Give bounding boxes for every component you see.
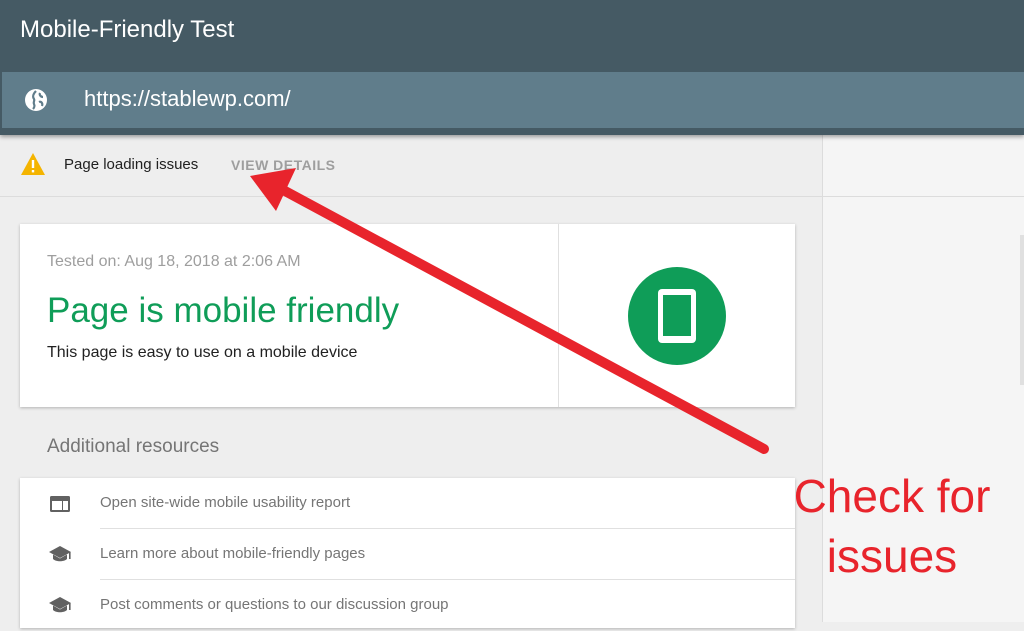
url-bar[interactable]: https://stablewp.com/ [2,72,1024,128]
annotation-line-2: issues [826,530,958,582]
resources-list: Open site-wide mobile usability report L… [20,478,795,628]
issue-text: Page loading issues [64,156,199,173]
results-pane: Page loading issues VIEW DETAILS Tested … [0,135,823,628]
list-item[interactable]: Post comments or questions to our discus… [20,580,795,631]
graduation-cap-icon [49,597,71,613]
tested-on-timestamp: Tested on: Aug 18, 2018 at 2:06 AM [47,253,301,270]
app-header: Mobile-Friendly Test https://stablewp.co… [0,0,1024,135]
url-input[interactable]: https://stablewp.com/ [84,86,291,112]
scrollbar[interactable] [1020,235,1024,385]
graduation-cap-icon [49,546,71,562]
verdict-heading: Page is mobile friendly [47,291,400,330]
additional-resources-heading: Additional resources [47,436,220,457]
annotation-text: Check for issues [760,466,1024,586]
list-item[interactable]: Learn more about mobile-friendly pages [20,529,795,580]
list-item[interactable]: Open site-wide mobile usability report [20,478,795,529]
view-details-button[interactable]: VIEW DETAILS [231,157,336,173]
page-loading-issues-bar: Page loading issues VIEW DETAILS [0,135,822,197]
divider [823,196,1024,197]
resource-label[interactable]: Post comments or questions to our discus… [100,596,449,613]
resource-label[interactable]: Open site-wide mobile usability report [100,494,350,511]
warning-icon [21,153,45,175]
verdict-description: This page is easy to use on a mobile dev… [47,344,358,361]
annotation-line-1: Check for [793,470,991,522]
globe-icon [25,89,47,111]
web-report-icon [50,496,70,512]
card-divider [558,224,559,407]
resource-label[interactable]: Learn more about mobile-friendly pages [100,545,365,562]
app-title: Mobile-Friendly Test [20,16,235,43]
mobile-phone-icon [628,267,726,365]
result-card: Tested on: Aug 18, 2018 at 2:06 AM Page … [20,224,795,407]
